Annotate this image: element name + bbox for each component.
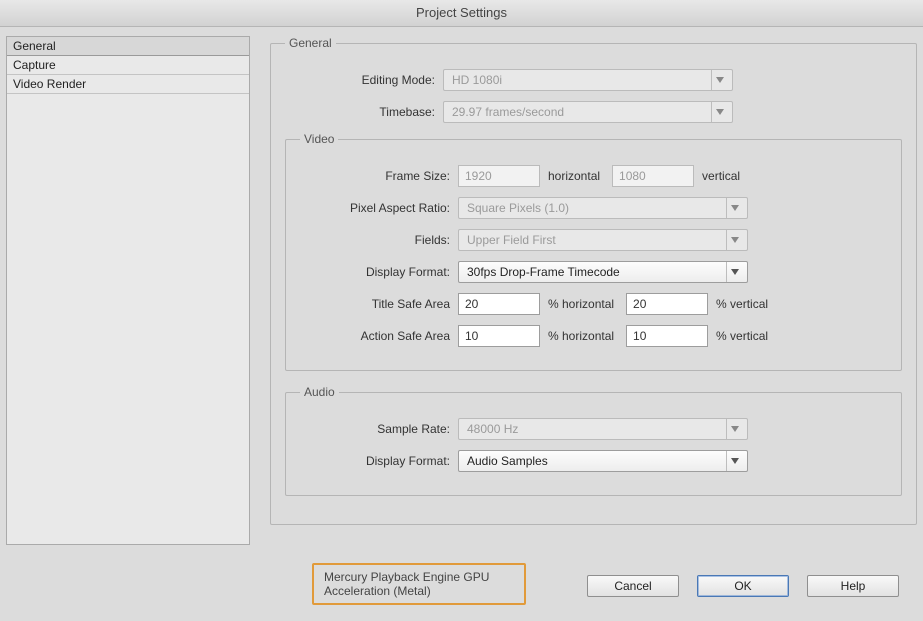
help-button[interactable]: Help [807,575,899,597]
editing-mode-select: HD 1080i [443,69,733,91]
sidebar-item-label: Capture [13,58,56,72]
group-general: General Editing Mode: HD 1080i Timebase:… [270,36,917,525]
title-safe-v-unit: % vertical [708,297,780,311]
fields-label: Fields: [300,233,458,247]
renderer-highlight: Mercury Playback Engine GPU Acceleration… [312,563,526,605]
window-titlebar: Project Settings [0,0,923,27]
video-display-format-label: Display Format: [300,265,458,279]
title-safe-h-input[interactable] [458,293,540,315]
sample-rate-select: 48000 Hz [458,418,748,440]
frame-width-input [458,165,540,187]
sidebar-item-general[interactable]: General [7,37,249,56]
ok-button[interactable]: OK [697,575,789,597]
timebase-value: 29.97 frames/second [452,105,564,119]
sample-rate-value: 48000 Hz [467,422,518,436]
sidebar-item-label: General [13,39,56,53]
timebase-select: 29.97 frames/second [443,101,733,123]
audio-display-format-label: Display Format: [300,454,458,468]
settings-panel: General Editing Mode: HD 1080i Timebase:… [270,36,917,545]
pixel-aspect-select: Square Pixels (1.0) [458,197,748,219]
title-safe-h-unit: % horizontal [540,297,626,311]
sidebar-item-label: Video Render [13,77,86,91]
frame-height-input [612,165,694,187]
frame-size-label: Frame Size: [300,169,458,183]
group-general-legend: General [285,36,336,50]
group-video-legend: Video [300,132,338,146]
title-safe-label: Title Safe Area [300,297,458,311]
group-video: Video Frame Size: horizontal vertical Pi… [285,132,902,371]
video-display-format-select[interactable]: 30fps Drop-Frame Timecode [458,261,748,283]
chevron-down-icon [711,102,728,122]
pixel-aspect-label: Pixel Aspect Ratio: [300,201,458,215]
cancel-button[interactable]: Cancel [587,575,679,597]
renderer-highlight-text: Mercury Playback Engine GPU Acceleration… [324,570,514,598]
fields-select: Upper Field First [458,229,748,251]
action-safe-v-input[interactable] [626,325,708,347]
action-safe-h-unit: % horizontal [540,329,626,343]
window-title: Project Settings [416,5,507,20]
frame-height-unit: vertical [694,169,752,183]
frame-width-unit: horizontal [540,169,612,183]
group-audio-legend: Audio [300,385,339,399]
timebase-label: Timebase: [285,105,443,119]
pixel-aspect-value: Square Pixels (1.0) [467,201,569,215]
action-safe-v-unit: % vertical [708,329,780,343]
chevron-down-icon [711,70,728,90]
chevron-down-icon [726,262,743,282]
editing-mode-label: Editing Mode: [285,73,443,87]
chevron-down-icon [726,230,743,250]
action-safe-label: Action Safe Area [300,329,458,343]
chevron-down-icon [726,198,743,218]
fields-value: Upper Field First [467,233,556,247]
settings-category-sidebar: General Capture Video Render [6,36,250,545]
chevron-down-icon [726,451,743,471]
group-audio: Audio Sample Rate: 48000 Hz Display Form… [285,385,902,496]
dialog-footer: Mercury Playback Engine GPU Acceleration… [0,551,923,621]
title-safe-v-input[interactable] [626,293,708,315]
action-safe-h-input[interactable] [458,325,540,347]
audio-display-format-select[interactable]: Audio Samples [458,450,748,472]
editing-mode-value: HD 1080i [452,73,502,87]
sample-rate-label: Sample Rate: [300,422,458,436]
chevron-down-icon [726,419,743,439]
video-display-format-value: 30fps Drop-Frame Timecode [467,265,620,279]
sidebar-item-capture[interactable]: Capture [7,56,249,75]
audio-display-format-value: Audio Samples [467,454,548,468]
sidebar-item-video-render[interactable]: Video Render [7,75,249,94]
